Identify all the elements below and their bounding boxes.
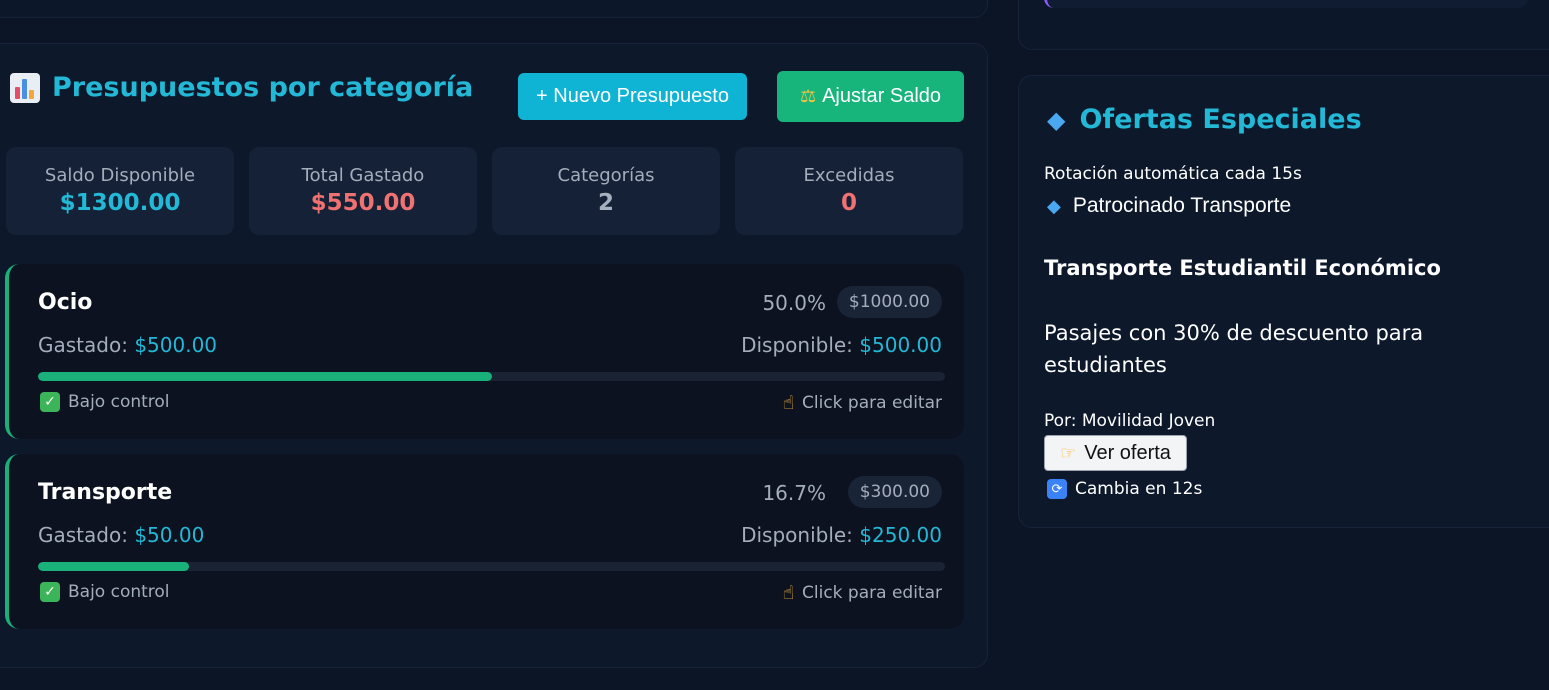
progress-fill bbox=[38, 562, 190, 571]
balance-scale-icon: ⚖ bbox=[799, 86, 817, 106]
spent-amount: $50.00 bbox=[134, 523, 205, 547]
pointing-hand-icon: ☝ bbox=[782, 582, 795, 604]
offer-heading: Transporte Estudiantil Económico bbox=[1044, 256, 1441, 280]
offer-provider: Por: Movilidad Joven bbox=[1044, 411, 1216, 431]
progress-bar bbox=[38, 562, 945, 571]
edit-hint-text: Click para editar bbox=[802, 583, 942, 603]
edit-hint-text: Click para editar bbox=[802, 393, 942, 413]
stat-value: $1300.00 bbox=[59, 190, 181, 216]
spent-amount: $500.00 bbox=[134, 333, 218, 357]
stat-label: Saldo Disponible bbox=[44, 165, 196, 186]
offer-timer: ⟳ Cambia en 12s bbox=[1047, 479, 1202, 499]
category-name: Transporte bbox=[38, 480, 173, 505]
check-icon: ✓ bbox=[40, 392, 60, 412]
category-card-transporte[interactable]: Transporte 16.7% $300.00 Gastado: $50.00… bbox=[5, 454, 964, 629]
available-amount: $250.00 bbox=[859, 523, 942, 547]
check-icon: ✓ bbox=[40, 582, 60, 602]
stat-label: Excedidas bbox=[803, 165, 895, 186]
offers-title: ◆ Ofertas Especiales bbox=[1047, 104, 1362, 135]
offer-sponsor-text: Patrocinado Transporte bbox=[1072, 194, 1292, 217]
stat-value: $550.00 bbox=[310, 190, 416, 216]
category-percent: 50.0% bbox=[762, 291, 826, 315]
status-text: Bajo control bbox=[68, 392, 170, 412]
view-offer-label: Ver oferta bbox=[1084, 441, 1171, 464]
bar-chart-icon bbox=[10, 72, 40, 103]
stat-total-spent: Total Gastado $550.00 bbox=[249, 147, 477, 235]
previous-panel bbox=[0, 0, 988, 18]
category-limit-badge: $300.00 bbox=[847, 476, 942, 508]
available-label: Disponible: bbox=[741, 333, 853, 357]
pointing-right-icon: ☞ bbox=[1060, 442, 1077, 463]
spent-label: Gastado: bbox=[38, 333, 128, 357]
offer-sponsor: ◆ Patrocinado Transporte bbox=[1047, 194, 1291, 218]
budget-title-text: Presupuestos por categoría bbox=[52, 72, 474, 103]
category-spent: Gastado: $50.00 bbox=[38, 523, 204, 547]
adjust-balance-label: Ajustar Saldo bbox=[822, 85, 942, 107]
previous-side-item bbox=[1044, 0, 1528, 8]
category-spent: Gastado: $500.00 bbox=[38, 333, 217, 357]
gem-icon: ◆ bbox=[1047, 195, 1061, 216]
offer-rotation-note: Rotación automática cada 15s bbox=[1044, 164, 1302, 184]
offers-title-text: Ofertas Especiales bbox=[1079, 104, 1362, 135]
category-available: Disponible: $500.00 bbox=[741, 333, 942, 357]
edit-hint[interactable]: ☝ Click para editar bbox=[782, 392, 942, 414]
stat-label: Categorías bbox=[557, 165, 655, 186]
stat-value: 2 bbox=[597, 190, 614, 216]
pointing-hand-icon: ☝ bbox=[782, 392, 795, 414]
category-limit-badge: $1000.00 bbox=[836, 286, 942, 318]
category-percent: 16.7% bbox=[762, 481, 826, 505]
stat-available-balance: Saldo Disponible $1300.00 bbox=[6, 147, 234, 235]
offer-timer-text: Cambia en 12s bbox=[1075, 479, 1203, 499]
available-amount: $500.00 bbox=[859, 333, 942, 357]
category-available: Disponible: $250.00 bbox=[741, 523, 942, 547]
view-offer-button[interactable]: ☞ Ver oferta bbox=[1044, 435, 1187, 471]
new-budget-button[interactable]: + Nuevo Presupuesto bbox=[518, 73, 747, 120]
category-status: ✓ Bajo control bbox=[40, 582, 170, 602]
progress-bar bbox=[38, 372, 945, 381]
status-text: Bajo control bbox=[68, 582, 170, 602]
available-label: Disponible: bbox=[741, 523, 853, 547]
refresh-icon: ⟳ bbox=[1047, 479, 1067, 499]
budget-title: Presupuestos por categoría bbox=[10, 72, 473, 103]
spent-label: Gastado: bbox=[38, 523, 128, 547]
stat-categories: Categorías 2 bbox=[492, 147, 720, 235]
stat-exceeded: Excedidas 0 bbox=[735, 147, 963, 235]
stat-value: 0 bbox=[840, 190, 857, 216]
category-status: ✓ Bajo control bbox=[40, 392, 170, 412]
progress-fill bbox=[38, 372, 492, 381]
edit-hint[interactable]: ☝ Click para editar bbox=[782, 582, 942, 604]
adjust-balance-button[interactable]: ⚖ Ajustar Saldo bbox=[777, 71, 964, 122]
gem-icon: ◆ bbox=[1047, 105, 1066, 134]
stat-label: Total Gastado bbox=[301, 165, 425, 186]
category-card-ocio[interactable]: Ocio 50.0% $1000.00 Gastado: $500.00 Dis… bbox=[5, 264, 964, 439]
offer-description: Pasajes con 30% de descuento para estudi… bbox=[1044, 321, 1424, 377]
category-name: Ocio bbox=[38, 290, 93, 315]
